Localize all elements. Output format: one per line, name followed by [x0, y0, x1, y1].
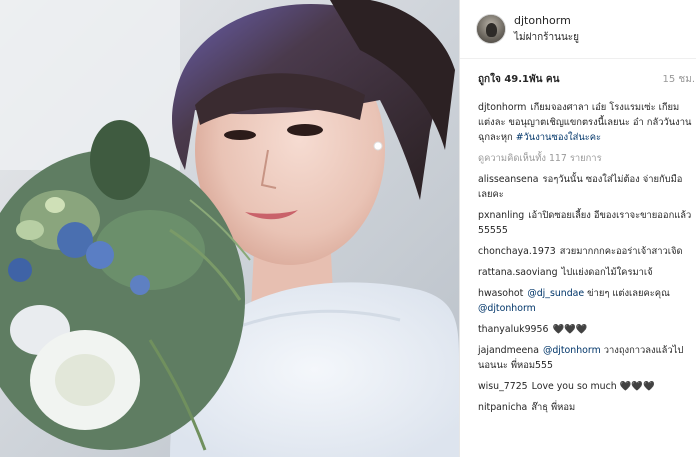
- comment-username[interactable]: rattana.saoviang: [478, 267, 558, 278]
- comment-username[interactable]: alisseansena: [478, 174, 539, 185]
- comment-text: ไปแย่งดอกไม้ใครมาเจ้: [561, 267, 653, 278]
- comment-username[interactable]: chonchaya.1973: [478, 246, 556, 257]
- comment-item: rattana.saoviang ไปแย่งดอกไม้ใครมาเจ้: [478, 265, 692, 280]
- comment-username[interactable]: wisu_7725: [478, 381, 528, 392]
- comment-item: alisseansena รอๆวันนั้น ซองใส่ไม่ต้อง จ่า…: [478, 172, 692, 202]
- comment-username[interactable]: nitpanicha: [478, 402, 527, 413]
- comment-text: 🖤🖤🖤: [552, 324, 588, 335]
- caption-username[interactable]: djtonhorm: [478, 102, 526, 113]
- comment-text: สวยมากกกคะออร่าเจ้าสาวเจิด: [559, 246, 683, 257]
- comment-item: pxnanling เอ้าปิดซอยเลี้ยง อีของเราจะขายอ…: [478, 208, 692, 238]
- comment-item: chonchaya.1973 สวยมากกกคะออร่าเจ้าสาวเจิด: [478, 244, 692, 259]
- comment-text: ข่ายๆ แต่งเลยคะคุณ: [587, 288, 670, 299]
- post-header: djtonhorm ไม่ฝากร้านนะยู: [460, 0, 696, 59]
- caption-hashtag[interactable]: #วันงานซองใส่นะคะ: [516, 132, 601, 143]
- comment-mention[interactable]: @djtonhorm: [478, 303, 536, 314]
- post-photo[interactable]: [0, 0, 459, 457]
- likes-row: ถูกใจ 49.1พัน คน 15 ชม.: [460, 70, 696, 90]
- comment-mention[interactable]: @djtonhorm: [543, 345, 601, 356]
- comment-username[interactable]: thanyaluk9956: [478, 324, 548, 335]
- comment-username[interactable]: pxnanling: [478, 210, 524, 221]
- likes-count[interactable]: ถูกใจ 49.1พัน คน: [478, 72, 559, 87]
- post-location[interactable]: ไม่ฝากร้านนะยู: [514, 30, 579, 45]
- comment-username[interactable]: jajandmeena: [478, 345, 539, 356]
- comment-mention[interactable]: @dj_sundae: [527, 288, 584, 299]
- comment-item: nitpanicha ส๊าธุ พี่หอม: [478, 400, 692, 415]
- comment-item: wisu_7725 Love you so much 🖤🖤🖤: [478, 379, 692, 394]
- post-sidebar: djtonhorm ไม่ฝากร้านนะยู ถูกใจ 49.1พัน ค…: [459, 0, 696, 457]
- comment-item: jajandmeena @djtonhorm วางถุงกาวลงแล้วไปน…: [478, 343, 692, 373]
- comment-username[interactable]: hwasohot: [478, 288, 523, 299]
- avatar[interactable]: [476, 14, 506, 44]
- bride-selfie-image: [0, 0, 459, 457]
- post-timestamp[interactable]: 15 ชม.: [663, 72, 695, 87]
- comment-text: ส๊าธุ พี่หอม: [531, 402, 576, 413]
- caption: djtonhorm เกียมจองศาลา เอ๋ย โรงแรมเซ่ะ เก…: [478, 100, 692, 145]
- comment-item: thanyaluk9956 🖤🖤🖤: [478, 322, 692, 337]
- comment-text: Love you so much 🖤🖤🖤: [531, 381, 655, 392]
- post-username[interactable]: djtonhorm: [514, 14, 571, 27]
- avatar-figure: [486, 23, 497, 37]
- comments-list: djtonhorm เกียมจองศาลา เอ๋ย โรงแรมเซ่ะ เก…: [478, 100, 692, 421]
- comment-item: hwasohot @dj_sundae ข่ายๆ แต่งเลยคะคุณ @d…: [478, 286, 692, 316]
- view-all-comments-link[interactable]: ดูความคิดเห็นทั้ง 117 รายการ: [478, 151, 692, 166]
